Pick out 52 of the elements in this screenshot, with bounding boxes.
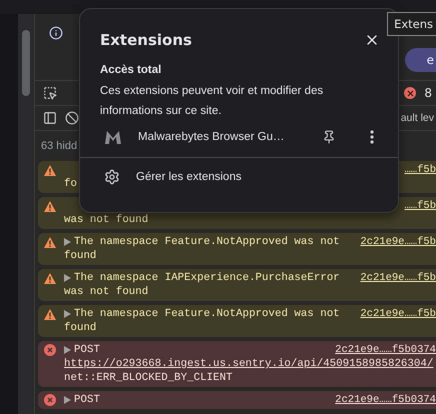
message-text: was not found [64,285,150,299]
section-title: Accès total [100,63,162,77]
message-text: was not found [64,213,150,227]
expand-arrow-icon[interactable] [64,238,71,246]
message-text: POST [74,393,100,407]
warning-icon [44,200,56,212]
scrollbar-thumb[interactable] [22,30,30,96]
warning-icon [44,164,56,176]
message-text: POST [74,343,100,357]
source-link[interactable]: 2c21e9e……f5b [354,235,436,249]
inspect-icon[interactable] [43,86,57,100]
clear-icon[interactable] [65,111,79,125]
expand-arrow-icon[interactable] [64,346,71,354]
m-logo-icon [104,129,122,145]
section-text: Ces extensions peuvent voir et modifier des informations sur ce site. [100,84,324,119]
message-text: fo [64,177,78,191]
manage-extensions-button[interactable]: Gérer les extensions [80,158,398,196]
message-text: found [64,321,98,335]
expand-arrow-icon[interactable] [64,274,71,282]
pill-button[interactable]: e [404,48,436,72]
message-text: The namespace Feature.NotApproved was not [74,235,340,249]
message-text: net::ERR_BLOCKED_BY_CLIENT [64,371,234,385]
popup-title: Extensions [100,31,192,49]
source-link[interactable]: ……f5b [398,163,436,177]
levels-dropdown[interactable]: ault lev [400,112,434,124]
more-button[interactable] [370,130,374,144]
source-link[interactable]: ……f5b [398,199,436,213]
message-text: found [64,249,98,263]
warning-icon [44,308,56,320]
error-count: 8 [424,86,432,100]
error-icon [44,344,56,356]
source-link[interactable]: 2c21e9e……f5b0374 [329,343,436,357]
expand-arrow-icon[interactable] [64,396,71,404]
source-link[interactable]: 2c21e9e……f5b [354,307,436,321]
pin-button[interactable] [322,130,336,144]
more-icon [370,130,374,144]
source-link[interactable]: 2c21e9e……f5b [354,271,436,285]
expand-arrow-icon[interactable] [64,310,71,318]
settings-icon [104,169,120,185]
message-text: The namespace Feature.NotApproved was not [74,307,340,321]
extension-name[interactable]: Malwarebytes Browser Gu… [138,131,306,143]
tooltip: Extens [387,12,436,36]
message-text: The namespace IAPExperience.PurchaseError [74,271,340,285]
error-count-icon [404,87,416,99]
error-icon [44,394,56,406]
pin-icon [322,130,336,144]
info-icon[interactable] [49,26,63,40]
source-link[interactable]: 2c21e9e……f5b0374 [329,393,436,407]
url-link[interactable]: https://o293668.ingest.us.sentry.io/api/4509158985826304/ [64,357,436,371]
sidebar-icon[interactable] [43,111,57,125]
warning-icon [44,272,56,284]
warning-icon [44,236,56,248]
